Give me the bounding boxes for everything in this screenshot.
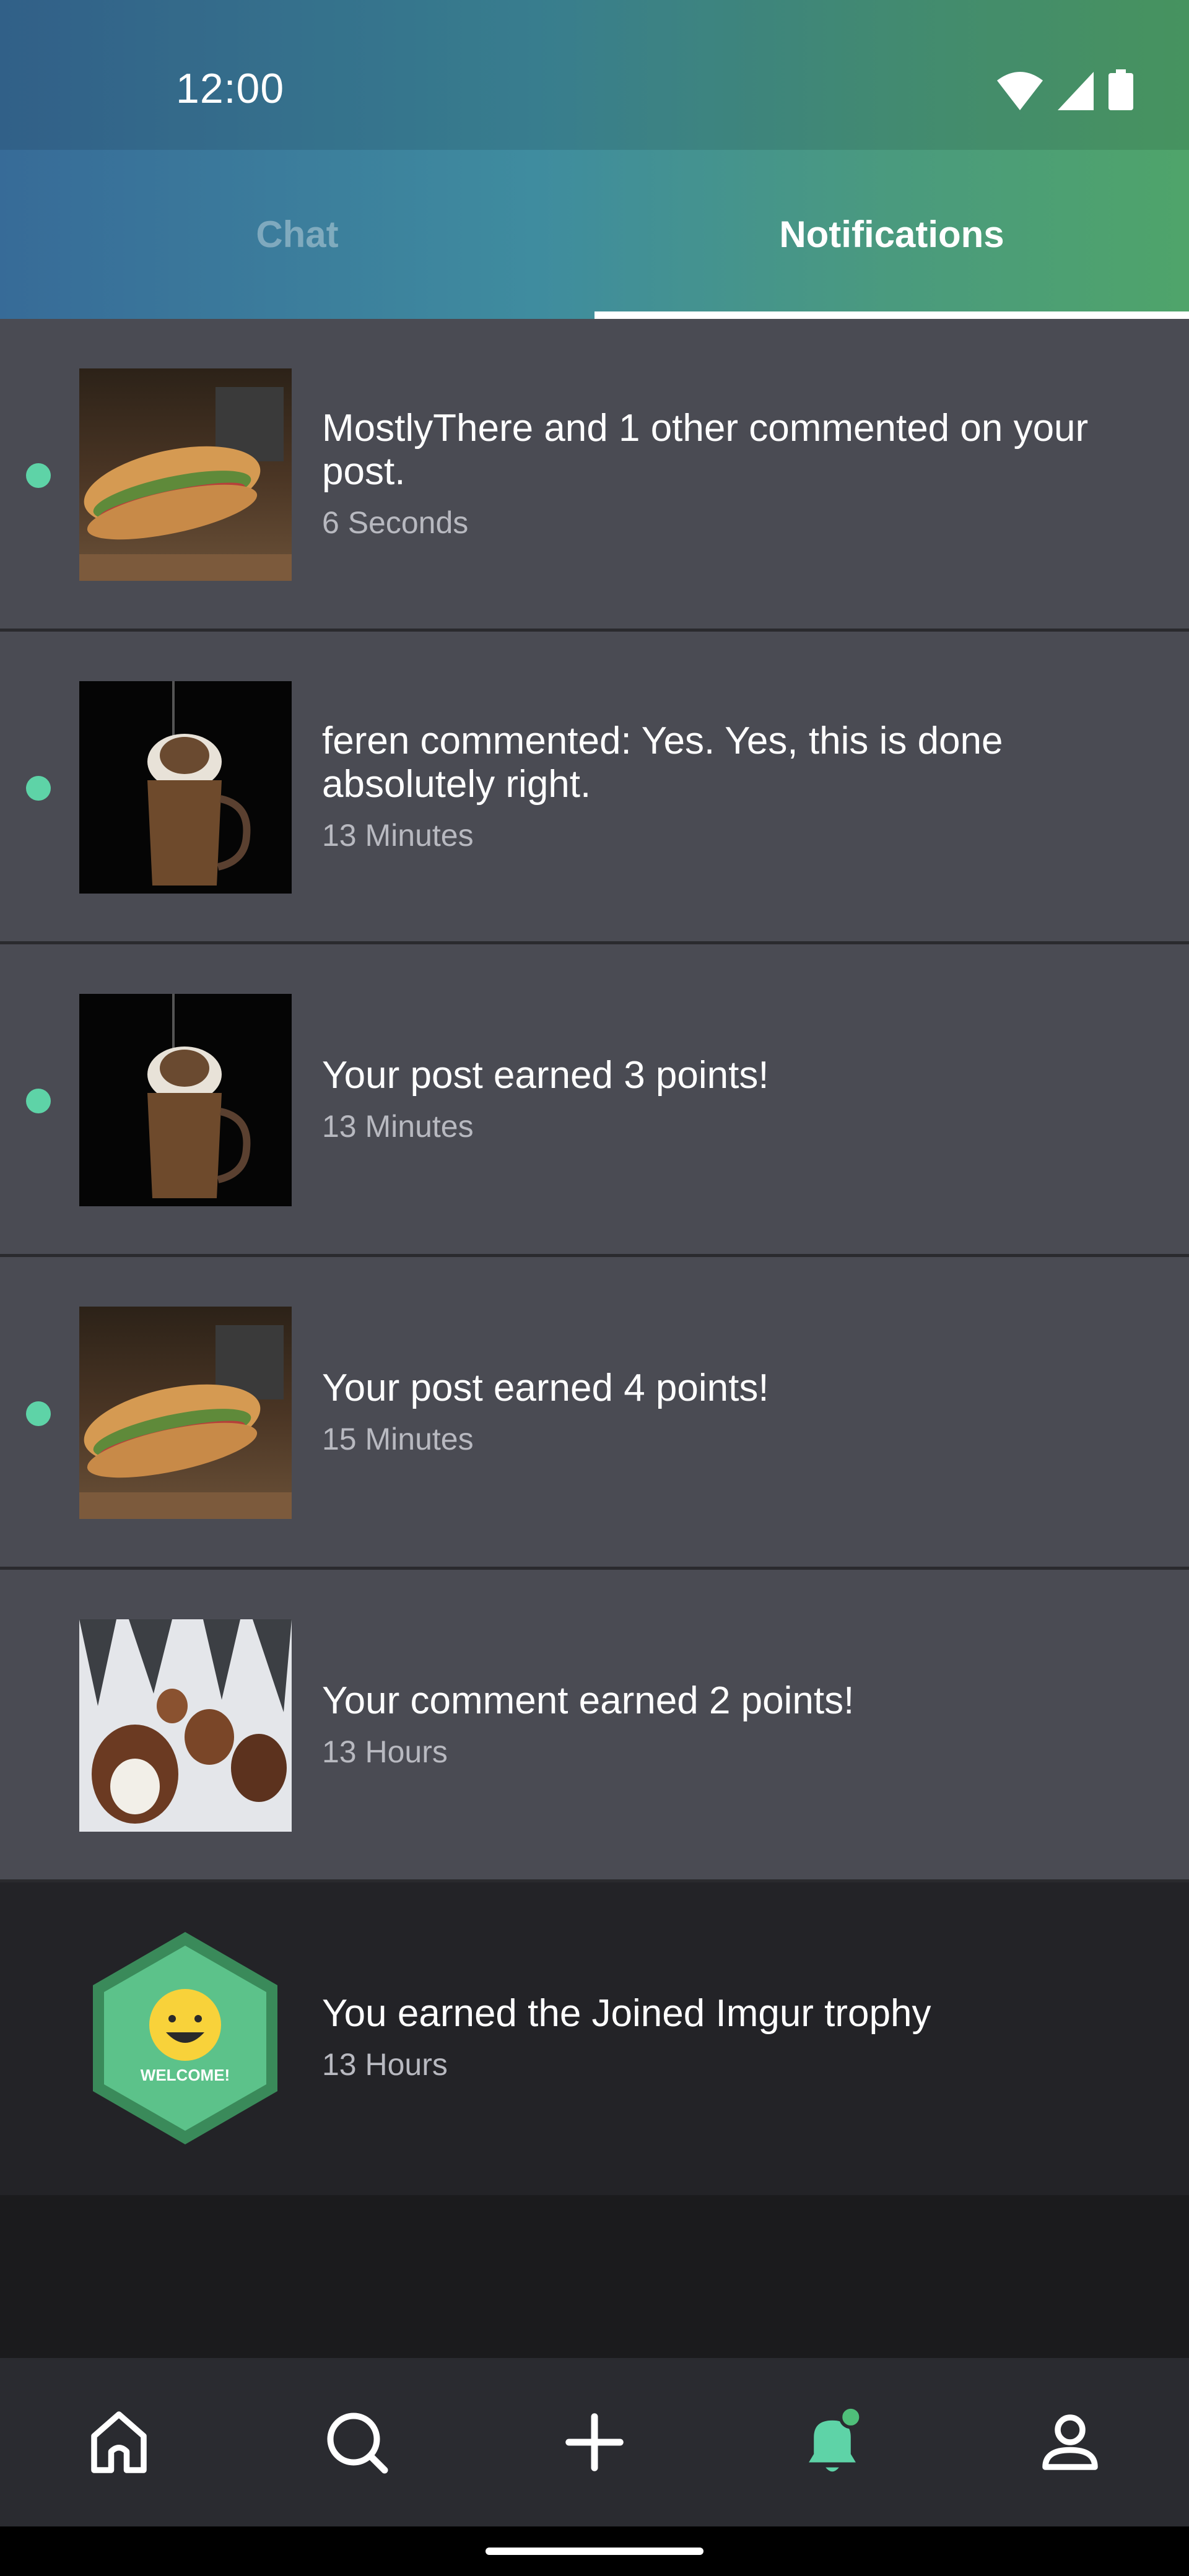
notification-item[interactable]: Your post earned 4 points! 15 Minutes <box>0 1257 1189 1570</box>
search-icon <box>327 2413 388 2474</box>
tab-bar: Chat Notifications <box>0 150 1189 319</box>
active-tab-indicator <box>594 311 1189 319</box>
notification-item[interactable]: Your post earned 3 points! 13 Minutes <box>0 944 1189 1257</box>
notification-item[interactable]: WELCOME! You earned the Joined Imgur tro… <box>0 1882 1189 2195</box>
notification-time: 13 Minutes <box>322 1109 474 1144</box>
app-header: 12:00 Chat Notifications <box>0 0 1189 319</box>
notification-content: Your post earned 3 points! 13 Minutes <box>322 944 1115 1254</box>
notification-title: Your post earned 4 points! <box>322 1367 769 1409</box>
badge-text: WELCOME! <box>141 2066 230 2084</box>
notification-time: 6 Seconds <box>322 505 469 540</box>
notifications-bell-icon <box>809 2405 863 2472</box>
add-icon <box>565 2413 624 2471</box>
notification-content: Your comment earned 2 points! 13 Hours <box>322 1570 1115 1879</box>
notification-content: Your post earned 4 points! 15 Minutes <box>322 1257 1115 1567</box>
notification-time: 13 Hours <box>322 1734 448 1769</box>
sandwich-image <box>79 368 292 581</box>
notification-title: You earned the Joined Imgur trophy <box>322 1992 931 2035</box>
nav-notifications[interactable] <box>783 2393 882 2492</box>
notification-title: Your comment earned 2 points! <box>322 1679 855 1722</box>
unread-dot <box>26 463 51 488</box>
unread-dot <box>26 1089 51 1113</box>
status-icons <box>997 69 1139 110</box>
profile-icon <box>1042 2414 1098 2470</box>
notification-content: You earned the Joined Imgur trophy 13 Ho… <box>322 1882 1115 2192</box>
status-bar: 12:00 <box>0 0 1189 150</box>
tab-chat[interactable]: Chat <box>0 150 594 319</box>
notification-item[interactable]: MostlyThere and 1 other commented on you… <box>0 319 1189 632</box>
battery-icon <box>1108 69 1133 110</box>
notification-title: Your post earned 3 points! <box>322 1054 769 1097</box>
home-gesture-bar[interactable] <box>486 2548 703 2555</box>
unread-dot <box>26 776 51 801</box>
notification-title: MostlyThere and 1 other commented on you… <box>322 407 1089 493</box>
home-icon <box>91 2411 147 2473</box>
notification-list: MostlyThere and 1 other commented on you… <box>0 319 1189 2195</box>
nav-add-post[interactable] <box>545 2393 644 2492</box>
welcome-trophy-badge: WELCOME! <box>79 1932 292 2144</box>
notification-title: feren commented: Yes. Yes, this is done … <box>322 720 1003 806</box>
milkshake-image <box>79 681 292 894</box>
notification-time: 15 Minutes <box>322 1422 474 1456</box>
sandwich-image <box>79 1307 292 1519</box>
wifi-icon <box>997 72 1043 110</box>
tab-chat-label: Chat <box>256 214 339 255</box>
status-time: 12:00 <box>176 65 285 112</box>
nav-home[interactable] <box>69 2393 168 2492</box>
nav-profile[interactable] <box>1021 2393 1120 2492</box>
notification-time: 13 Hours <box>322 2047 448 2082</box>
notification-item[interactable]: Your comment earned 2 points! 13 Hours <box>0 1570 1189 1882</box>
bottom-navigation <box>0 2358 1189 2526</box>
tab-notifications-label: Notifications <box>779 214 1004 255</box>
nav-search[interactable] <box>307 2393 406 2492</box>
milkshake-image <box>79 994 292 1206</box>
notification-item[interactable]: feren commented: Yes. Yes, this is done … <box>0 632 1189 944</box>
tab-notifications[interactable]: Notifications <box>594 150 1189 319</box>
notification-content: feren commented: Yes. Yes, this is done … <box>322 632 1115 941</box>
unread-dot <box>26 1401 51 1426</box>
signal-icon <box>1058 72 1094 110</box>
notification-content: MostlyThere and 1 other commented on you… <box>322 319 1115 629</box>
snow-dogs-image <box>79 1619 292 1832</box>
notification-time: 13 Minutes <box>322 818 474 853</box>
